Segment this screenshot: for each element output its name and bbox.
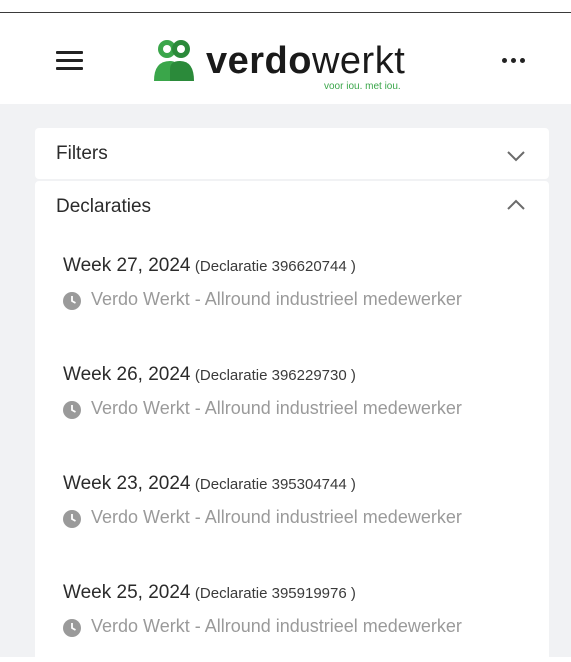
declaratie-list-item[interactable]: Week 25, 2024 (Declaratie 395919976 ) Ve… [63,582,533,662]
clock-icon [63,619,81,637]
declaratie-heading: Week 23, 2024 (Declaratie 395304744 ) [63,473,356,495]
chevron-down-icon[interactable] [505,149,527,163]
clock-icon [63,292,81,310]
declaratie-list-item[interactable]: Week 27, 2024 (Declaratie 396620744 ) Ve… [63,255,533,335]
declaratie-description: Verdo Werkt - Allround industrieel medew… [91,616,462,636]
declaratie-heading: Week 26, 2024 (Declaratie 396229730 ) [63,364,356,386]
clock-icon [63,510,81,528]
hamburger-icon[interactable] [56,51,83,71]
declaratie-number: (Declaratie 395304744 ) [194,476,356,493]
chevron-up-icon[interactable] [505,198,527,212]
declaratie-week: Week 25, 2024 [63,582,191,603]
filters-title: Filters [56,143,108,164]
logo-word-light: werkt [311,40,406,82]
main-content: Filters Declaraties Week 27, 2024 (Decla… [0,104,571,661]
app-header: verdowerkt voor iou. met iou. [0,13,571,104]
declaratie-description: Verdo Werkt - Allround industrieel medew… [91,507,462,527]
logo-tagline: voor iou. met iou. [324,81,401,92]
filters-panel[interactable]: Filters [35,128,549,179]
declaratie-heading: Week 27, 2024 (Declaratie 396620744 ) [63,255,356,277]
declaratie-week: Week 27, 2024 [63,255,191,276]
declaratie-week: Week 26, 2024 [63,364,191,385]
declaratie-list-item[interactable]: Week 23, 2024 (Declaratie 395304744 ) Ve… [63,473,533,553]
declaratie-heading: Week 25, 2024 (Declaratie 395919976 ) [63,582,356,604]
clock-icon [63,401,81,419]
declaratie-number: (Declaratie 395919976 ) [194,585,356,602]
logo-word-bold: verdo [206,40,312,82]
declaratie-week: Week 23, 2024 [63,473,191,494]
declaraties-title: Declaraties [56,196,152,217]
logo-wordmark: verdowerkt [206,41,405,81]
declaratie-description: Verdo Werkt - Allround industrieel medew… [91,398,462,418]
logo-mark-icon [154,40,194,81]
more-options-icon[interactable] [500,55,528,67]
declaratie-number: (Declaratie 396620744 ) [194,258,356,275]
declaraties-panel: Declaraties Week 27, 2024 (Declaratie 39… [35,181,549,661]
declaratie-list-item[interactable]: Week 26, 2024 (Declaratie 396229730 ) Ve… [63,364,533,444]
declaratie-number: (Declaratie 396229730 ) [194,367,356,384]
verdowerkt-logo[interactable]: verdowerkt voor iou. met iou. [150,37,430,95]
declaratie-description: Verdo Werkt - Allround industrieel medew… [91,289,462,309]
